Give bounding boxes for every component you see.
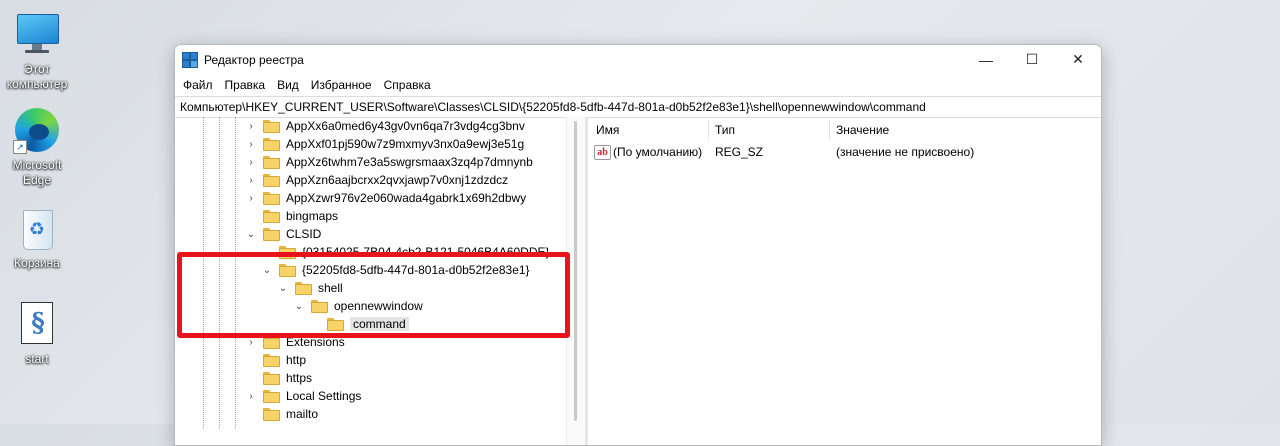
column-separator[interactable] xyxy=(708,120,709,140)
column-header-data[interactable]: Значение xyxy=(836,121,889,139)
menu-file[interactable]: Файл xyxy=(177,78,219,92)
folder-icon xyxy=(263,389,280,403)
chevron-right-icon[interactable]: › xyxy=(245,391,257,402)
menu-help[interactable]: Справка xyxy=(378,78,437,92)
menu-edit[interactable]: Правка xyxy=(219,78,272,92)
registry-editor-icon xyxy=(182,51,198,68)
minimize-button[interactable]: — xyxy=(963,45,1009,74)
desktop-icon-this-pc[interactable]: Этот компьютер xyxy=(0,10,74,92)
tree-node[interactable]: › AppXxf01pj590w7z9mxmyv3nx0a9ewj3e51g xyxy=(245,135,524,153)
highlight-frame xyxy=(177,252,570,338)
recycle-bin-icon: ♻ xyxy=(13,204,61,252)
folder-icon xyxy=(263,173,280,187)
tree-node-label: AppXz6twhm7e3a5swgrsmaax3zq4p7dmnynb xyxy=(286,155,533,169)
folder-icon xyxy=(263,155,280,169)
tree-node-label: bingmaps xyxy=(286,209,339,223)
value-data: (значение не присвоено) xyxy=(836,145,975,159)
tree-node-label: AppXx6a0med6y43gv0vn6qa7r3vdg4cg3bnv xyxy=(286,119,525,133)
tree-node[interactable]: › AppXz6twhm7e3a5swgrsmaax3zq4p7dmnynb xyxy=(245,153,533,171)
chevron-right-icon[interactable]: › xyxy=(245,193,257,204)
title-bar[interactable]: Редактор реестра — ☐ ✕ xyxy=(175,45,1101,74)
tree-node-label: https xyxy=(286,371,313,385)
value-name: (По умолчанию) xyxy=(613,145,703,159)
tree-node[interactable]: http xyxy=(245,351,306,369)
chevron-right-icon[interactable]: › xyxy=(245,337,257,348)
tree-node-label: AppXzwr976v2e060wada4gabrk1x69h2dbwy xyxy=(286,191,527,205)
close-button[interactable]: ✕ xyxy=(1055,45,1101,74)
address-bar[interactable]: Компьютер\HKEY_CURRENT_USER\Software\Cla… xyxy=(175,96,1101,118)
tree-node-label: Local Settings xyxy=(286,389,362,403)
menu-bar: Файл Правка Вид Избранное Справка xyxy=(175,74,1101,96)
folder-icon xyxy=(263,371,280,385)
column-header-type[interactable]: Тип xyxy=(715,121,735,139)
chevron-right-icon[interactable]: › xyxy=(245,121,257,132)
chevron-right-icon[interactable]: › xyxy=(245,175,257,186)
tree-node-clsid[interactable]: ⌄ CLSID xyxy=(245,225,322,243)
desktop-icon-start[interactable]: § start xyxy=(0,300,74,367)
tree-node-label: AppXxf01pj590w7z9mxmyv3nx0a9ewj3e51g xyxy=(286,137,525,151)
column-header-name[interactable]: Имя xyxy=(596,121,619,139)
values-list[interactable]: Имя Тип Значение ab (По умолчанию) REG_S… xyxy=(588,117,1101,445)
tree-node[interactable]: › AppXx6a0med6y43gv0vn6qa7r3vdg4cg3bnv xyxy=(245,117,525,135)
desktop-icon-label: start xyxy=(25,352,49,366)
menu-view[interactable]: Вид xyxy=(271,78,305,92)
string-value-icon: ab xyxy=(594,144,611,160)
folder-icon xyxy=(263,119,280,133)
desktop-icon-label: Этот компьютер xyxy=(6,62,68,91)
chevron-down-icon[interactable]: ⌄ xyxy=(245,229,257,240)
folder-icon xyxy=(263,137,280,151)
folder-icon xyxy=(263,227,280,241)
tree-node[interactable]: bingmaps xyxy=(245,207,338,225)
desktop-icon-recycle-bin[interactable]: ♻ Корзина xyxy=(0,204,74,271)
script-file-icon: § xyxy=(13,300,61,348)
scrollbar-thumb[interactable] xyxy=(574,121,577,421)
tree-node-label: http xyxy=(286,353,307,367)
menu-favorites[interactable]: Избранное xyxy=(305,78,378,92)
value-type: REG_SZ xyxy=(715,145,764,159)
edge-icon: ↗ xyxy=(13,106,61,154)
folder-icon xyxy=(263,191,280,205)
tree-node-label: CLSID xyxy=(286,227,322,241)
folder-icon xyxy=(263,407,280,421)
tree-node[interactable]: › Local Settings xyxy=(245,387,361,405)
tree-node-label: mailto xyxy=(286,407,319,421)
column-separator[interactable] xyxy=(829,120,830,140)
tree-node[interactable]: mailto xyxy=(245,405,318,423)
chevron-right-icon[interactable]: › xyxy=(245,157,257,168)
tree-node-label: AppXzn6aajbcrxx2qvxjawp7v0xnj1zdzdcz xyxy=(286,173,509,187)
folder-icon xyxy=(263,353,280,367)
registry-editor-window: Редактор реестра — ☐ ✕ Файл Правка Вид И… xyxy=(174,44,1102,446)
maximize-button[interactable]: ☐ xyxy=(1009,45,1055,74)
desktop-icon-label: Корзина xyxy=(14,256,60,270)
desktop-icon-label: Microsoft Edge xyxy=(12,158,62,187)
tree-node[interactable]: › AppXzwr976v2e060wada4gabrk1x69h2dbwy xyxy=(245,189,526,207)
desktop-icon-edge[interactable]: ↗ Microsoft Edge xyxy=(0,106,74,188)
value-row-name[interactable]: ab (По умолчанию) xyxy=(594,143,702,161)
tree-node[interactable]: https xyxy=(245,369,312,387)
monitor-icon xyxy=(13,10,61,58)
window-title: Редактор реестра xyxy=(204,52,304,67)
chevron-right-icon[interactable]: › xyxy=(245,139,257,150)
folder-icon xyxy=(263,209,280,223)
tree-node[interactable]: › AppXzn6aajbcrxx2qvxjawp7v0xnj1zdzdcz xyxy=(245,171,508,189)
